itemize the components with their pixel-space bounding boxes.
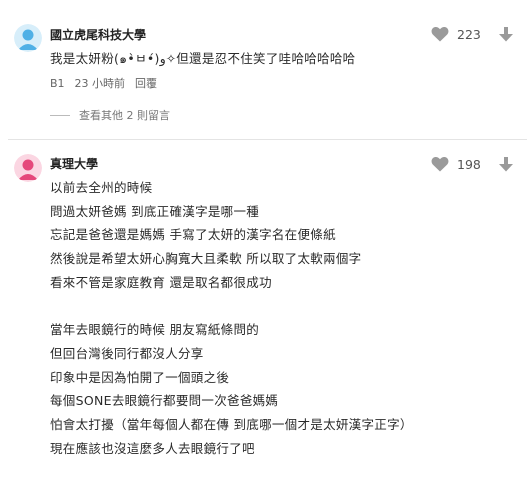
- comment-author[interactable]: 國立虎尾科技大學: [50, 26, 146, 43]
- avatar[interactable]: [14, 24, 42, 52]
- like-controls: 198: [431, 156, 513, 172]
- divider-line: [50, 114, 70, 116]
- comment-line: 我是太妍粉(๑•̀ㅂ•́)و✧但還是忍不住笑了哇哈哈哈哈哈: [50, 51, 356, 66]
- comment-line: 然後說是希望太妍心胸寬大且柔軟 所以取了太軟兩個字: [50, 251, 362, 267]
- view-replies-label: 查看其他 2 則留言: [79, 109, 170, 122]
- comment-line: 以前去全州的時候: [50, 180, 153, 195]
- arrow-down-icon[interactable]: [499, 156, 513, 172]
- reply-button[interactable]: 回覆: [135, 77, 157, 90]
- comment-line: [50, 294, 413, 318]
- comment-line: 看來不管是家庭教育 還是取名都很成功: [50, 274, 272, 290]
- avatar[interactable]: [14, 154, 42, 182]
- comment-line: 忘記是爸爸還是媽媽 手寫了太妍的漢字名在便條紙: [50, 227, 336, 243]
- view-more-replies[interactable]: 查看其他 2 則留言: [50, 107, 170, 123]
- comment-line: 每個SONE去眼鏡行都要問一次爸爸媽媽: [50, 393, 279, 409]
- user-avatar-icon: [14, 24, 42, 52]
- comment-time: 23 小時前: [74, 77, 126, 90]
- arrow-down-icon[interactable]: [499, 26, 513, 42]
- user-avatar-icon: [14, 154, 42, 182]
- heart-icon[interactable]: [431, 156, 449, 172]
- like-count: 198: [457, 156, 481, 172]
- floor-number: B1: [50, 77, 65, 90]
- comment-2: 真理大學 以前去全州的時候 問過太妍爸媽 到底正確漢字是哪一種 忘記是爸爸還是媽…: [0, 140, 527, 489]
- comment-line: 但回台灣後同行都沒人分享: [50, 345, 204, 361]
- like-controls: 223: [431, 26, 513, 42]
- comment-line: 問過太妍爸媽 到底正確漢字是哪一種: [50, 203, 260, 219]
- comment-meta: B1 23 小時前 回覆: [50, 75, 167, 91]
- comment-body: 我是太妍粉(๑•̀ㅂ•́)و✧但還是忍不住笑了哇哈哈哈哈哈: [50, 47, 355, 71]
- comment-line: 現在應該也沒這麼多人去眼鏡行了吧: [50, 440, 255, 456]
- comment-line: 怕會太打擾（當年每個人都在傳 到底哪一個才是太妍漢字正字）: [50, 416, 413, 432]
- comment-line: 當年去眼鏡行的時候 朋友寫紙條問的: [50, 322, 260, 338]
- comment-body: 以前去全州的時候 問過太妍爸媽 到底正確漢字是哪一種 忘記是爸爸還是媽媽 手寫了…: [50, 176, 413, 460]
- heart-icon[interactable]: [431, 26, 449, 42]
- comment-1: 國立虎尾科技大學 我是太妍粉(๑•̀ㅂ•́)و✧但還是忍不住笑了哇哈哈哈哈哈 B…: [0, 0, 527, 140]
- comment-line: 印象中是因為怕開了一個頭之後: [50, 369, 230, 385]
- comment-author[interactable]: 真理大學: [50, 155, 98, 172]
- like-count: 223: [457, 26, 481, 42]
